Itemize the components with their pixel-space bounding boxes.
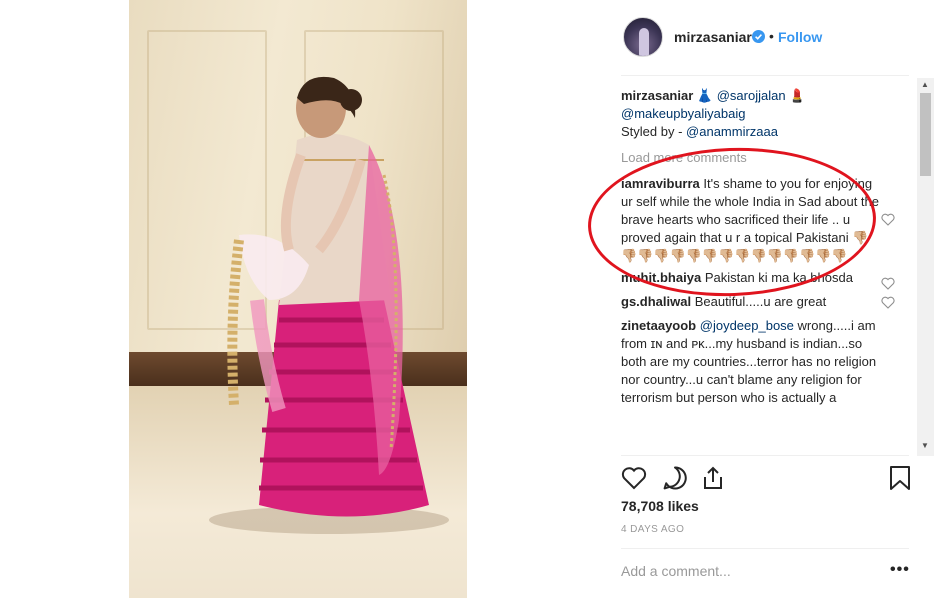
- comment-mention[interactable]: @joydeep_bose: [700, 318, 794, 333]
- comment-username[interactable]: zinetaayoob: [621, 318, 696, 333]
- like-comment-heart-icon[interactable]: [881, 277, 895, 290]
- caption-text: Styled by -: [621, 124, 687, 139]
- scroll-up-arrow-icon[interactable]: ▲: [921, 80, 929, 89]
- caption: mirzasaniar 👗 @sarojjalan 💄 @makeupbyali…: [621, 87, 911, 141]
- separator-dot: •: [769, 28, 774, 44]
- comment-item: muhit.bhaiya Pakistan ki ma ka bhosda: [621, 269, 911, 290]
- comment-username[interactable]: muhit.bhaiya: [621, 270, 701, 285]
- header-username[interactable]: mirzasaniar: [674, 29, 752, 45]
- verified-badge-icon: [752, 30, 765, 43]
- caption-username[interactable]: mirzasaniar: [621, 88, 693, 103]
- scrollbar-thumb[interactable]: [920, 93, 931, 176]
- load-more-comments-button[interactable]: Load more comments: [621, 149, 911, 167]
- like-comment-heart-icon[interactable]: [881, 296, 895, 309]
- comment-item: zinetaayoob @joydeep_bose wrong.....i am…: [621, 317, 911, 407]
- post-timestamp[interactable]: 4 DAYS AGO: [621, 524, 684, 535]
- post-photo[interactable]: [129, 0, 467, 598]
- lipstick-emoji: 💄: [789, 88, 806, 103]
- like-comment-heart-icon[interactable]: [881, 213, 895, 226]
- likes-count[interactable]: 78,708 likes: [621, 498, 699, 514]
- caption-mention[interactable]: @anammirzaaa: [686, 124, 778, 139]
- comment-item: iamraviburra It's shame to you for enjoy…: [621, 175, 911, 265]
- comment-box-divider: [621, 548, 909, 549]
- comment-text: Pakistan ki ma ka bhosda: [704, 270, 853, 285]
- comment-bubble-icon[interactable]: [662, 465, 688, 491]
- save-bookmark-icon[interactable]: [887, 465, 913, 491]
- comment-username[interactable]: iamraviburra: [621, 176, 700, 191]
- like-heart-icon[interactable]: [621, 465, 647, 491]
- comment-username[interactable]: gs.dhaliwal: [621, 294, 691, 309]
- actions-divider: [621, 455, 909, 456]
- comment-text: Beautiful.....u are great: [694, 294, 827, 309]
- dress-emoji: 👗: [696, 88, 714, 103]
- add-comment-input[interactable]: [621, 560, 871, 582]
- follow-button[interactable]: Follow: [778, 29, 822, 45]
- caption-mention[interactable]: @makeupbyaliyabaig: [621, 106, 746, 121]
- share-icon[interactable]: [700, 465, 726, 491]
- header-divider: [621, 75, 909, 76]
- avatar-figure: [639, 28, 649, 56]
- scroll-down-arrow-icon[interactable]: ▼: [921, 441, 929, 450]
- avatar[interactable]: [623, 17, 663, 57]
- woman-figure: [209, 76, 449, 534]
- more-options-icon[interactable]: •••: [890, 561, 910, 579]
- post-header: mirzasaniar • Follow: [604, 0, 934, 75]
- caption-mention[interactable]: @sarojjalan: [717, 88, 786, 103]
- comments-list[interactable]: mirzasaniar 👗 @sarojjalan 💄 @makeupbyali…: [621, 87, 911, 455]
- comment-item: gs.dhaliwal Beautiful.....u are great: [621, 293, 911, 311]
